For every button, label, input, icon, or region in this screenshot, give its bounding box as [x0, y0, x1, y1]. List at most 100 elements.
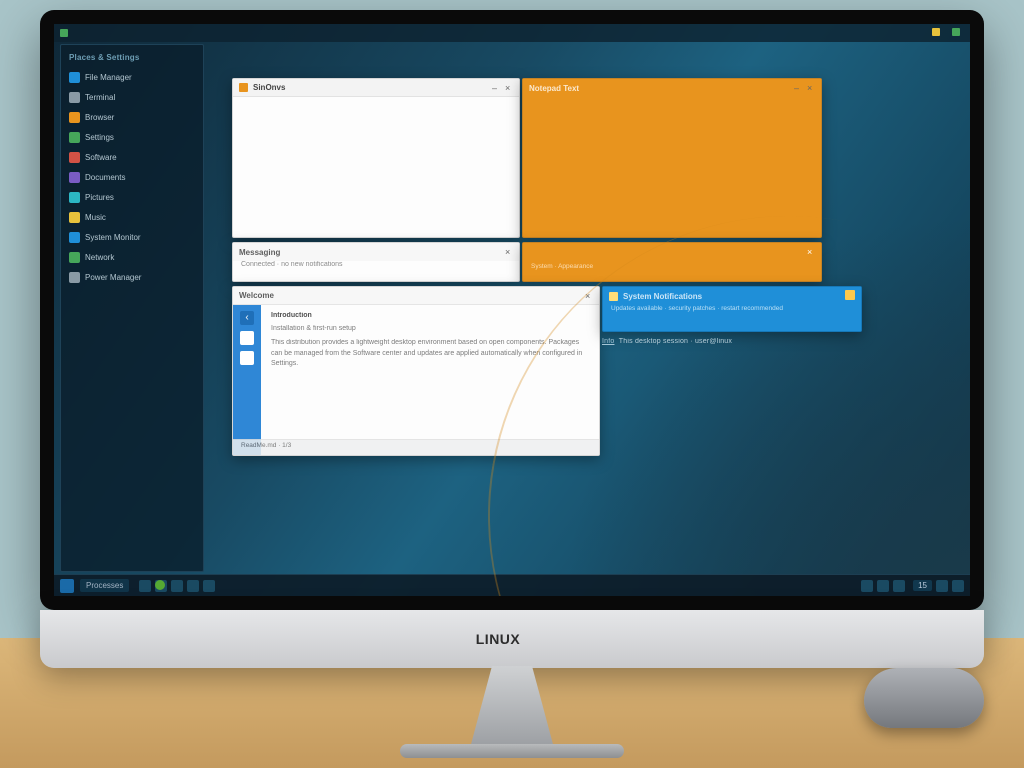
- window-subtitle: System · Appearance: [523, 261, 821, 272]
- window-title: Notepad Text: [529, 84, 579, 93]
- taskbar-app-icon[interactable]: [139, 580, 151, 592]
- music-icon: [69, 212, 80, 223]
- badge-icon: [845, 290, 855, 300]
- titlebar[interactable]: Notepad Text – ×: [523, 79, 821, 97]
- taskbar: Processes 15: [54, 574, 970, 596]
- top-tray: [926, 28, 964, 38]
- menu-item[interactable]: Software: [65, 149, 199, 166]
- back-icon[interactable]: ‹: [240, 311, 254, 325]
- start-button[interactable]: [60, 579, 74, 593]
- menu-item[interactable]: File Manager: [65, 69, 199, 86]
- wifi-icon: [69, 252, 80, 263]
- menu-item[interactable]: Music: [65, 209, 199, 226]
- menu-label: Network: [85, 253, 114, 262]
- minimize-button[interactable]: –: [492, 84, 500, 92]
- activities-icon[interactable]: [60, 29, 68, 37]
- top-panel: [54, 24, 970, 42]
- window-subtitle: Connected · no new notifications: [233, 261, 519, 274]
- menu-label: Software: [85, 153, 117, 162]
- menu-item[interactable]: Power Manager: [65, 269, 199, 286]
- banner-body: Updates available · security patches · r…: [603, 305, 861, 316]
- notification-icon[interactable]: [932, 28, 940, 36]
- window-statusbar: ReadMe.md · 1/3: [233, 439, 599, 455]
- menu-label: File Manager: [85, 73, 132, 82]
- menu-label: Browser: [85, 113, 114, 122]
- mouse: [864, 668, 984, 728]
- start-header: Places & Settings: [65, 51, 199, 66]
- monitor-bezel: Places & Settings File Manager Terminal …: [40, 10, 984, 610]
- close-button[interactable]: ×: [505, 248, 513, 256]
- power-icon: [69, 272, 80, 283]
- terminal-icon: [69, 92, 80, 103]
- folder-icon: [69, 72, 80, 83]
- window-notes[interactable]: Notepad Text – ×: [522, 78, 822, 238]
- close-button[interactable]: ×: [505, 84, 513, 92]
- menu-item[interactable]: Network: [65, 249, 199, 266]
- status-dot-icon[interactable]: [155, 580, 165, 590]
- taskbar-task[interactable]: Processes: [80, 579, 129, 592]
- document-icon: [69, 172, 80, 183]
- window-body: [233, 97, 519, 109]
- window-title: Welcome: [239, 291, 274, 300]
- menu-item[interactable]: Terminal: [65, 89, 199, 106]
- menu-item[interactable]: System Monitor: [65, 229, 199, 246]
- titlebar[interactable]: Messaging ×: [233, 243, 519, 261]
- close-button[interactable]: ×: [807, 248, 815, 256]
- tray-icon[interactable]: [936, 580, 948, 592]
- network-icon[interactable]: [952, 28, 960, 36]
- monitor-brand: LINUX: [476, 631, 521, 647]
- tray-icon[interactable]: [952, 580, 964, 592]
- window-app[interactable]: SinOnvs – × Release: The New Session: [232, 78, 520, 238]
- window-settings-tile[interactable]: × System · Appearance: [522, 242, 822, 282]
- titlebar: System Notifications: [603, 287, 861, 305]
- taskbar-clock[interactable]: 15: [913, 580, 932, 591]
- menu-item[interactable]: Documents: [65, 169, 199, 186]
- banner-title: System Notifications: [623, 292, 702, 301]
- welcome-sidebar: ‹: [233, 305, 261, 455]
- info-label: Info: [602, 338, 614, 345]
- taskbar-app-icon[interactable]: [203, 580, 215, 592]
- menu-label: Pictures: [85, 193, 114, 202]
- window-messaging[interactable]: Messaging × Connected · no new notificat…: [232, 242, 520, 282]
- info-text: This desktop session · user@linux: [619, 338, 732, 345]
- window-title: SinOnvs: [253, 83, 285, 92]
- content-paragraph: This distribution provides a lightweight…: [271, 338, 589, 370]
- menu-label: Music: [85, 213, 106, 222]
- bell-icon: [609, 292, 618, 301]
- image-icon: [69, 192, 80, 203]
- close-button[interactable]: ×: [585, 292, 593, 300]
- tray-icon[interactable]: [893, 580, 905, 592]
- titlebar[interactable]: Welcome ×: [233, 287, 599, 305]
- tray-icon[interactable]: [861, 580, 873, 592]
- content-heading: Introduction: [271, 311, 589, 322]
- taskbar-app-icon[interactable]: [187, 580, 199, 592]
- minimize-button[interactable]: –: [794, 84, 802, 92]
- page-icon[interactable]: [240, 331, 254, 345]
- monitor-foot: [400, 744, 624, 758]
- menu-item[interactable]: Pictures: [65, 189, 199, 206]
- menu-item[interactable]: Settings: [65, 129, 199, 146]
- monitor-chin: LINUX: [40, 610, 984, 668]
- page-icon[interactable]: [240, 351, 254, 365]
- monitor-icon: [69, 232, 80, 243]
- app-icon: [239, 83, 248, 92]
- desktop-screen[interactable]: Places & Settings File Manager Terminal …: [54, 24, 970, 596]
- menu-label: Settings: [85, 133, 114, 142]
- menu-item[interactable]: Browser: [65, 109, 199, 126]
- titlebar[interactable]: ×: [523, 243, 821, 261]
- start-panel: Places & Settings File Manager Terminal …: [60, 44, 204, 572]
- content-line: Installation & first-run setup: [271, 324, 589, 335]
- gear-icon: [69, 132, 80, 143]
- close-button[interactable]: ×: [807, 84, 815, 92]
- desktop-infoline: Info This desktop session · user@linux: [602, 338, 732, 345]
- menu-label: Power Manager: [85, 273, 141, 282]
- titlebar[interactable]: SinOnvs – ×: [233, 79, 519, 97]
- window-title: Messaging: [239, 248, 280, 257]
- notification-banner[interactable]: System Notifications Updates available ·…: [602, 286, 862, 332]
- tray-icon[interactable]: [877, 580, 889, 592]
- monitor-stand: [462, 666, 562, 748]
- package-icon: [69, 152, 80, 163]
- menu-label: System Monitor: [85, 233, 141, 242]
- window-welcome[interactable]: Welcome × ‹ Introduction Installation & …: [232, 286, 600, 456]
- taskbar-app-icon[interactable]: [171, 580, 183, 592]
